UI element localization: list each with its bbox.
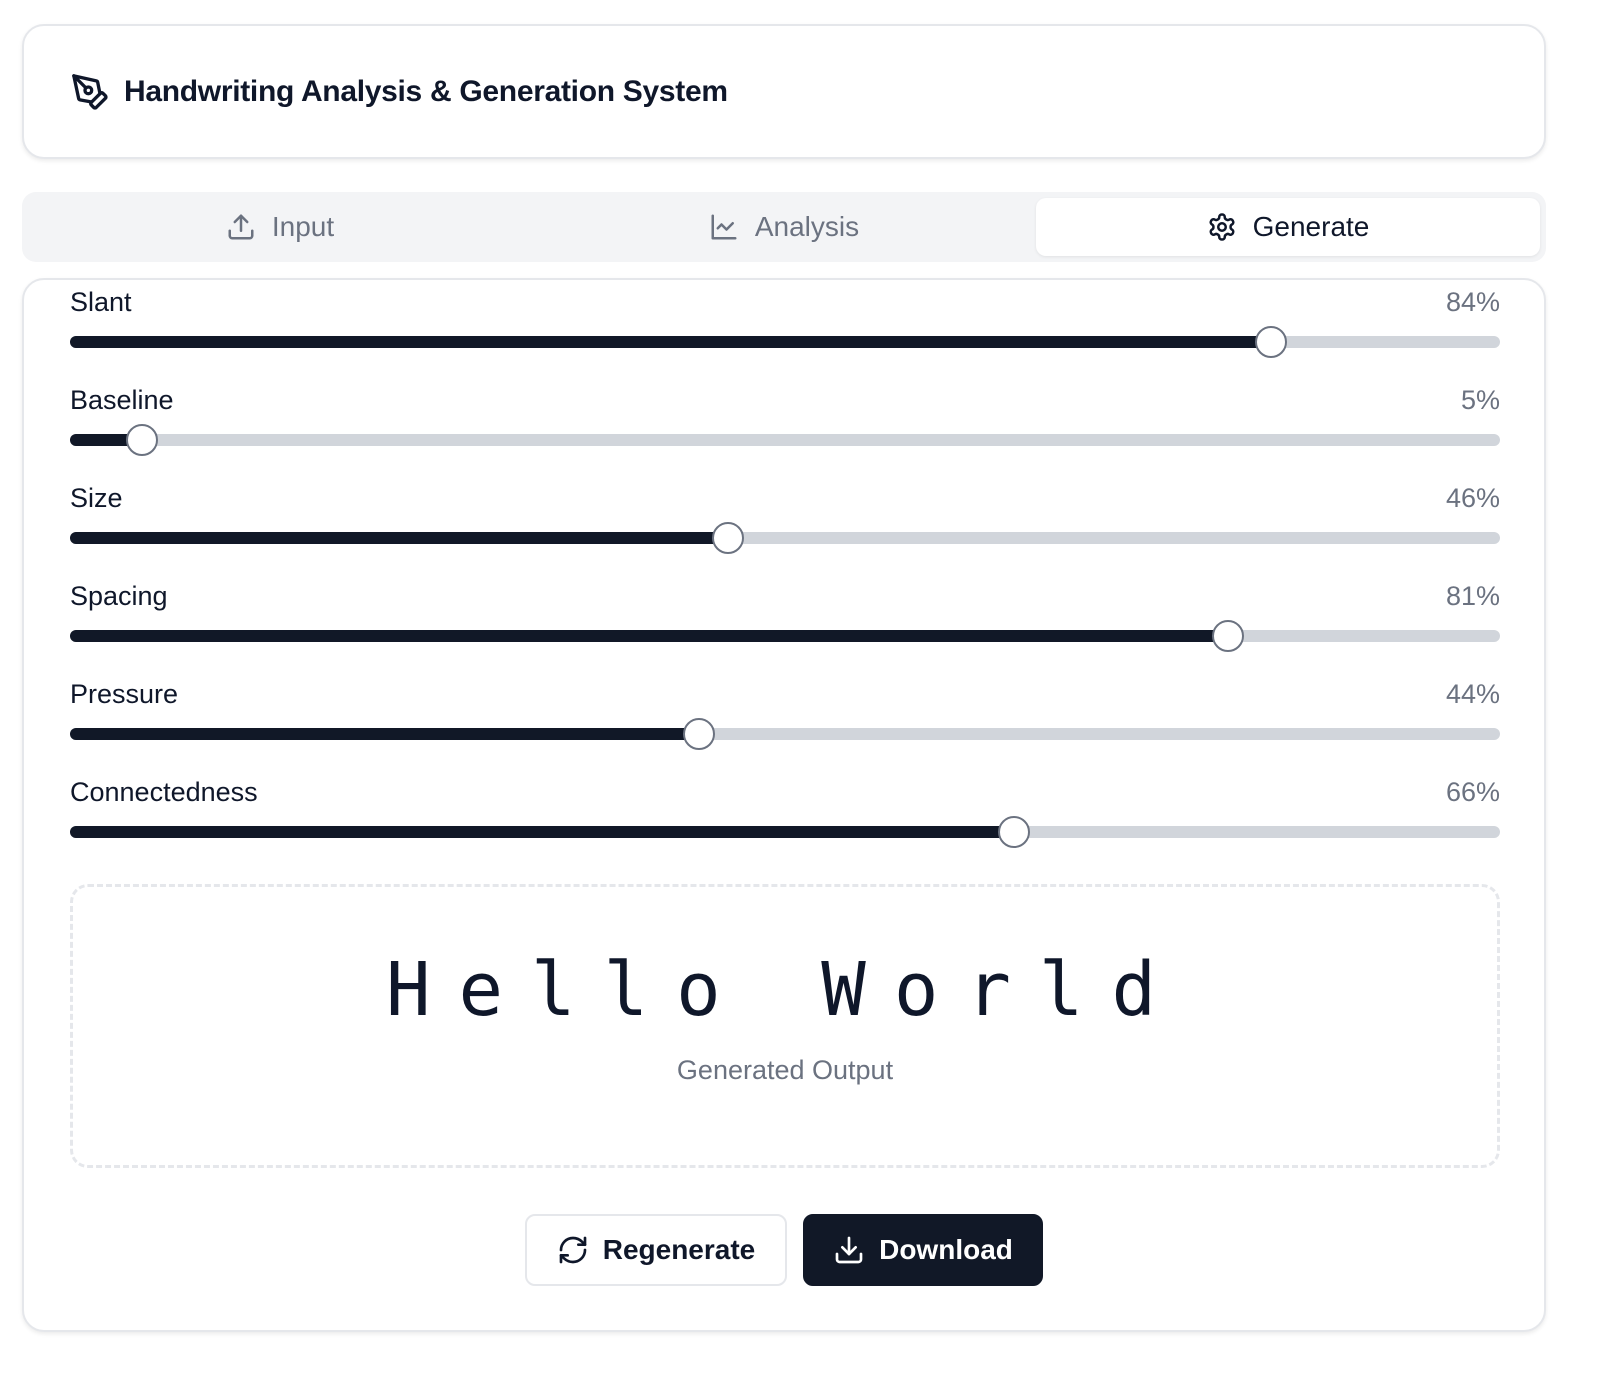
- generated-output-caption: Generated Output: [676, 1055, 894, 1085]
- slider-track[interactable]: [70, 718, 1500, 750]
- regenerate-label: Regenerate: [602, 1234, 756, 1265]
- slider-label: Pressure: [70, 678, 179, 709]
- slider-fill: [70, 826, 1014, 838]
- download-icon: [833, 1234, 865, 1266]
- slider-fill: [70, 532, 728, 544]
- slider-thumb[interactable]: [1255, 326, 1288, 358]
- header-card: Handwriting Analysis & Generation System: [22, 24, 1546, 159]
- slider-size: Size 46%: [70, 478, 1500, 554]
- slider-label: Size: [70, 482, 123, 513]
- slider-value: 46%: [1445, 482, 1500, 513]
- slider-slant: Slant 84%: [70, 282, 1500, 358]
- refresh-icon: [557, 1234, 589, 1266]
- slider-fill: [70, 336, 1272, 348]
- slider-thumb[interactable]: [683, 718, 716, 750]
- slider-connectedness: Connectedness 66%: [70, 772, 1500, 848]
- slider-track[interactable]: [70, 522, 1500, 554]
- slider-label: Slant: [70, 286, 132, 317]
- gear-icon: [1207, 212, 1237, 242]
- slider-label: Spacing: [70, 580, 168, 611]
- slider-track[interactable]: [70, 620, 1500, 652]
- regenerate-button[interactable]: Regenerate: [525, 1214, 787, 1286]
- slider-label: Connectedness: [70, 776, 258, 807]
- slider-value: 84%: [1445, 286, 1500, 317]
- tab-analysis[interactable]: Analysis: [532, 198, 1036, 256]
- generate-panel: Slant 84% Baseline 5% Size 46% Spacing 8…: [22, 278, 1546, 1332]
- slider-value: 5%: [1460, 384, 1500, 415]
- slider-label: Baseline: [70, 384, 174, 415]
- slider-track[interactable]: [70, 424, 1500, 456]
- slider-value: 44%: [1445, 678, 1500, 709]
- generated-text: Hello World: [385, 947, 1185, 1033]
- slider-track[interactable]: [70, 816, 1500, 848]
- download-button[interactable]: Download: [803, 1214, 1043, 1286]
- generated-output-box: Hello World Generated Output: [70, 884, 1500, 1168]
- tab-input[interactable]: Input: [28, 198, 532, 256]
- tab-analysis-label: Analysis: [754, 211, 860, 242]
- tab-generate-label: Generate: [1252, 211, 1370, 242]
- upload-icon: [226, 212, 256, 242]
- action-buttons: Regenerate Download: [24, 1214, 1544, 1286]
- slider-fill: [70, 630, 1229, 642]
- slider-value: 81%: [1445, 580, 1500, 611]
- download-label: Download: [879, 1234, 1013, 1265]
- line-chart-icon: [709, 212, 739, 242]
- app-title: Handwriting Analysis & Generation System: [124, 74, 728, 108]
- slider-thumb[interactable]: [1212, 620, 1245, 652]
- slider-thumb[interactable]: [125, 424, 158, 456]
- slider-track[interactable]: [70, 326, 1500, 358]
- slider-thumb[interactable]: [997, 816, 1030, 848]
- slider-pressure: Pressure 44%: [70, 674, 1500, 750]
- slider-spacing: Spacing 81%: [70, 576, 1500, 652]
- slider-fill: [70, 728, 700, 740]
- slider-thumb[interactable]: [711, 522, 744, 554]
- slider-value: 66%: [1445, 776, 1500, 807]
- slider-baseline: Baseline 5%: [70, 380, 1500, 456]
- tab-input-label: Input: [271, 211, 335, 242]
- tab-generate[interactable]: Generate: [1036, 198, 1540, 256]
- tab-bar: Input Analysis Generate: [22, 192, 1546, 262]
- pen-tool-icon: [70, 72, 110, 112]
